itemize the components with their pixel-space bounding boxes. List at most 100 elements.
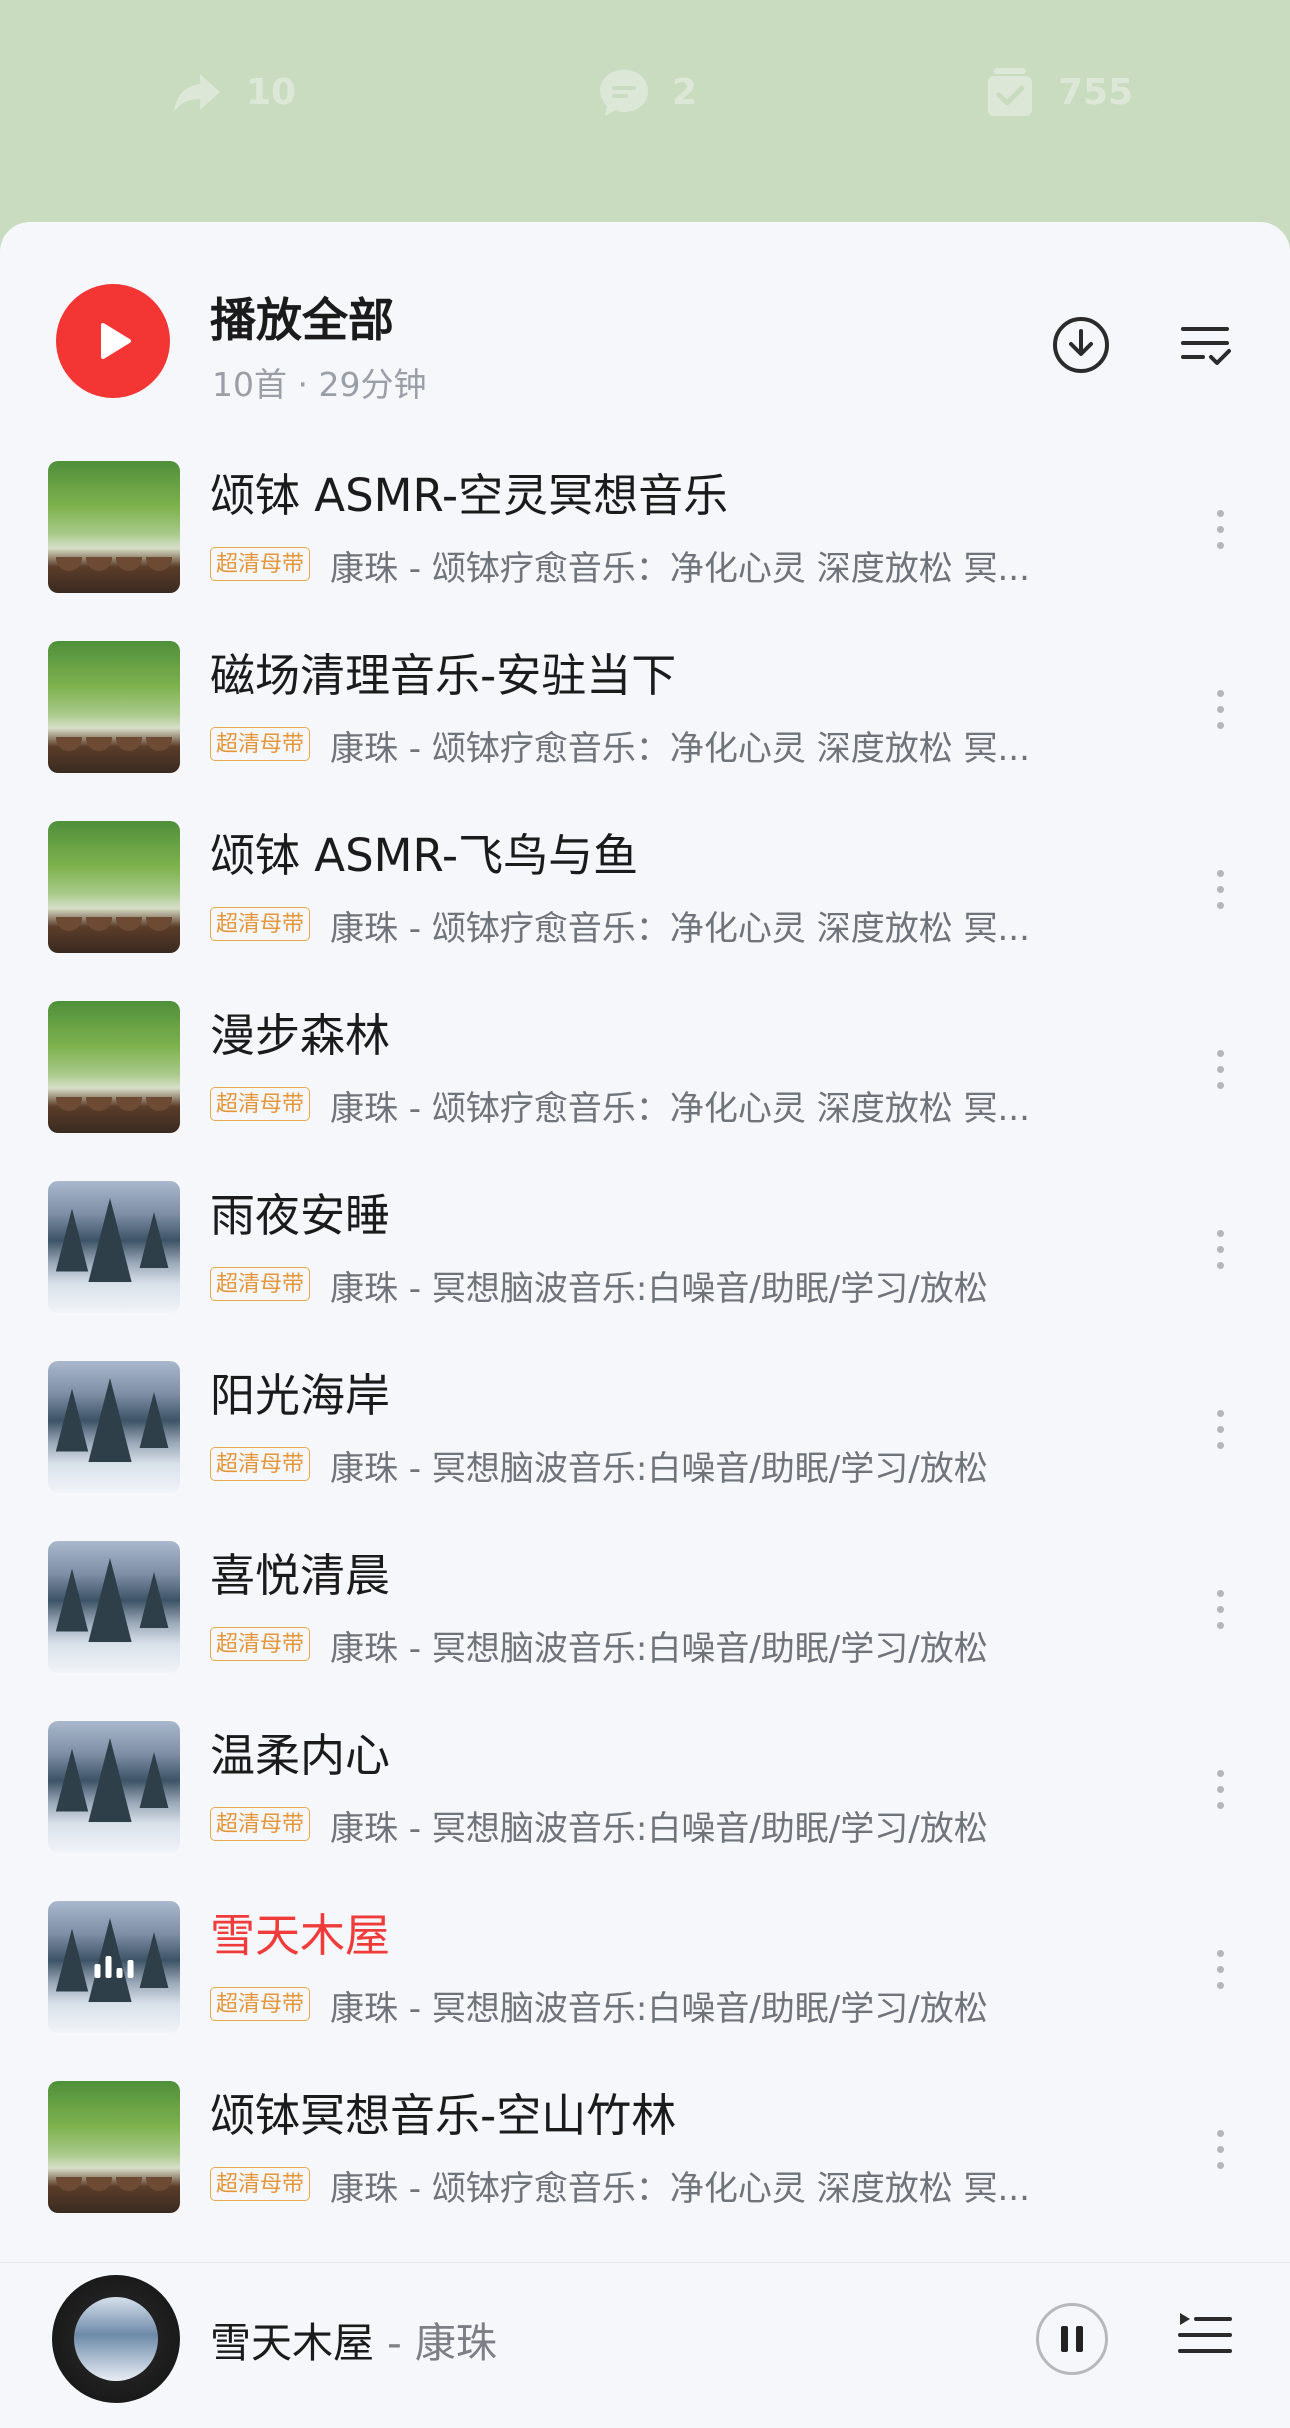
cover-bowl-shape bbox=[56, 557, 82, 571]
cover-tree-shape bbox=[139, 1752, 169, 1808]
song-title: 颂钵 ASMR-空灵冥想音乐 bbox=[210, 469, 729, 522]
now-playing-text[interactable]: 雪天木屋 - 康珠 bbox=[210, 2309, 497, 2369]
list-check-icon bbox=[1181, 327, 1231, 365]
quality-badge: 超清母带 bbox=[210, 1627, 311, 1661]
song-title: 磁场清理音乐-安驻当下 bbox=[210, 649, 677, 702]
pause-icon-bar bbox=[1076, 2326, 1083, 2352]
more-options-button[interactable] bbox=[1200, 1759, 1240, 1819]
cover-bowl-shape bbox=[116, 917, 142, 931]
song-subtitle: 康珠 - 冥想脑波音乐:白噪音/助眠/学习/放松 bbox=[330, 1629, 988, 1669]
song-cover bbox=[48, 461, 180, 593]
cover-tree-shape bbox=[55, 1388, 89, 1452]
quality-badge: 超清母带 bbox=[210, 1807, 311, 1841]
more-dot-icon bbox=[1216, 705, 1224, 713]
cover-bowl-shape bbox=[146, 2177, 172, 2191]
more-dot-icon bbox=[1216, 2161, 1224, 2169]
song-list: 颂钵 ASMR-空灵冥想音乐 超清母带 康珠 - 颂钵疗愈音乐：净化心灵 深度放松 … bbox=[0, 447, 1290, 2247]
cover-bowl-shape bbox=[56, 1097, 82, 1111]
multi-select-button[interactable] bbox=[1174, 314, 1236, 376]
collect-button[interactable]: 755 bbox=[982, 62, 1133, 122]
song-row[interactable]: 颂钵 ASMR-飞鸟与鱼超清母带 康珠 - 颂钵疗愈音乐：净化心灵 深度放松 冥.… bbox=[0, 807, 1290, 987]
song-subtitle: 康珠 - 冥想脑波音乐:白噪音/助眠/学习/放松 bbox=[330, 1989, 988, 2029]
more-options-button[interactable] bbox=[1200, 1579, 1240, 1639]
cover-tree-shape bbox=[139, 1572, 169, 1628]
cover-tree-shape bbox=[88, 1198, 132, 1282]
more-dot-icon bbox=[1216, 1589, 1224, 1597]
song-title: 颂钵 ASMR-飞鸟与鱼 bbox=[210, 829, 639, 882]
song-cover bbox=[48, 821, 180, 953]
more-dot-icon bbox=[1216, 901, 1224, 909]
song-row[interactable]: 颂钵冥想音乐-空山竹林 超清母带 康珠 - 颂钵疗愈音乐：净化心灵 深度放松 冥..… bbox=[0, 2067, 1290, 2247]
quality-badge: 超清母带 bbox=[210, 727, 311, 761]
song-row[interactable]: 颂钵 ASMR-空灵冥想音乐 超清母带 康珠 - 颂钵疗愈音乐：净化心灵 深度放松 … bbox=[0, 447, 1290, 627]
song-subtitle: 康珠 - 冥想脑波音乐:白噪音/助眠/学习/放松 bbox=[330, 1449, 988, 1489]
song-subtitle: 康珠 - 颂钵疗愈音乐：净化心灵 深度放松 冥... bbox=[330, 729, 1030, 769]
mini-player[interactable]: 雪天木屋 - 康珠 bbox=[0, 2262, 1290, 2428]
cover-bowl-shape bbox=[116, 2177, 142, 2191]
playlist-button[interactable] bbox=[1176, 2305, 1234, 2363]
more-dot-icon bbox=[1216, 1049, 1224, 1057]
cover-bowl-shape bbox=[146, 1097, 172, 1111]
quality-badge: 超清母带 bbox=[210, 1267, 311, 1301]
more-dot-icon bbox=[1216, 1801, 1224, 1809]
song-title: 漫步森林 bbox=[210, 1009, 391, 1062]
song-row[interactable]: 磁场清理音乐-安驻当下超清母带 康珠 - 颂钵疗愈音乐：净化心灵 深度放松 冥..… bbox=[0, 627, 1290, 807]
cover-bowl-shape bbox=[116, 737, 142, 751]
quality-badge: 超清母带 bbox=[210, 1087, 311, 1121]
song-row[interactable]: 漫步森林 超清母带 康珠 - 颂钵疗愈音乐：净化心灵 深度放松 冥... bbox=[0, 987, 1290, 1167]
song-subtitle: 康珠 - 颂钵疗愈音乐：净化心灵 深度放松 冥... bbox=[330, 2169, 1030, 2209]
song-row[interactable]: 喜悦清晨 超清母带 康珠 - 冥想脑波音乐:白噪音/助眠/学习/放松 bbox=[0, 1527, 1290, 1707]
quality-badge: 超清母带 bbox=[210, 907, 311, 941]
collect-check-icon bbox=[988, 68, 1032, 116]
song-cover bbox=[48, 1361, 180, 1493]
more-options-button[interactable] bbox=[1200, 499, 1240, 559]
quality-badge: 超清母带 bbox=[210, 2167, 311, 2201]
song-cover bbox=[48, 1001, 180, 1133]
song-row[interactable]: 雪天木屋 超清母带 康珠 - 冥想脑波音乐:白噪音/助眠/学习/放松 bbox=[0, 1887, 1290, 2067]
more-dot-icon bbox=[1216, 1981, 1224, 1989]
cover-tree-shape bbox=[139, 1212, 169, 1268]
song-row[interactable]: 温柔内心 超清母带 康珠 - 冥想脑波音乐:白噪音/助眠/学习/放松 bbox=[0, 1707, 1290, 1887]
quality-badge: 超清母带 bbox=[210, 1987, 311, 2021]
play-all-button[interactable] bbox=[56, 284, 170, 398]
song-cover bbox=[48, 641, 180, 773]
cover-bowl-shape bbox=[56, 737, 82, 751]
more-options-button[interactable] bbox=[1200, 2119, 1240, 2179]
more-options-button[interactable] bbox=[1200, 1039, 1240, 1099]
more-dot-icon bbox=[1216, 1769, 1224, 1777]
more-options-button[interactable] bbox=[1200, 859, 1240, 919]
playlist-meta: 10首 · 29分钟 bbox=[212, 365, 427, 404]
more-options-button[interactable] bbox=[1200, 1219, 1240, 1279]
more-dot-icon bbox=[1216, 1081, 1224, 1089]
more-dot-icon bbox=[1216, 1065, 1224, 1073]
pause-button[interactable] bbox=[1036, 2303, 1108, 2375]
song-title: 阳光海岸 bbox=[210, 1369, 391, 1422]
cover-bowl-shape bbox=[146, 557, 172, 571]
song-subtitle: 康珠 - 颂钵疗愈音乐：净化心灵 深度放松 冥... bbox=[330, 909, 1030, 949]
cover-tree-shape bbox=[88, 1378, 132, 1462]
cover-bowl-shape bbox=[146, 737, 172, 751]
more-dot-icon bbox=[1216, 1785, 1224, 1793]
comment-button[interactable]: 2 bbox=[596, 62, 697, 122]
more-options-button[interactable] bbox=[1200, 679, 1240, 739]
song-row[interactable]: 阳光海岸 超清母带 康珠 - 冥想脑波音乐:白噪音/助眠/学习/放松 bbox=[0, 1347, 1290, 1527]
more-dot-icon bbox=[1216, 689, 1224, 697]
now-playing-disc[interactable] bbox=[52, 2275, 180, 2403]
more-dot-icon bbox=[1216, 509, 1224, 517]
more-dot-icon bbox=[1216, 1245, 1224, 1253]
cover-tree-shape bbox=[139, 1392, 169, 1448]
more-dot-icon bbox=[1216, 885, 1224, 893]
cover-tree-shape bbox=[55, 1928, 89, 1992]
more-options-button[interactable] bbox=[1200, 1939, 1240, 1999]
more-dot-icon bbox=[1216, 1965, 1224, 1973]
play-all-label[interactable]: 播放全部 bbox=[210, 284, 394, 350]
more-options-button[interactable] bbox=[1200, 1399, 1240, 1459]
song-row[interactable]: 雨夜安睡 超清母带 康珠 - 冥想脑波音乐:白噪音/助眠/学习/放松 bbox=[0, 1167, 1290, 1347]
more-dot-icon bbox=[1216, 1621, 1224, 1629]
more-dot-icon bbox=[1216, 541, 1224, 549]
cover-bowl-shape bbox=[86, 917, 112, 931]
share-count: 10 bbox=[246, 71, 297, 113]
download-button[interactable] bbox=[1050, 314, 1112, 376]
song-title: 雨夜安睡 bbox=[210, 1189, 391, 1242]
share-button[interactable]: 10 bbox=[170, 62, 296, 122]
